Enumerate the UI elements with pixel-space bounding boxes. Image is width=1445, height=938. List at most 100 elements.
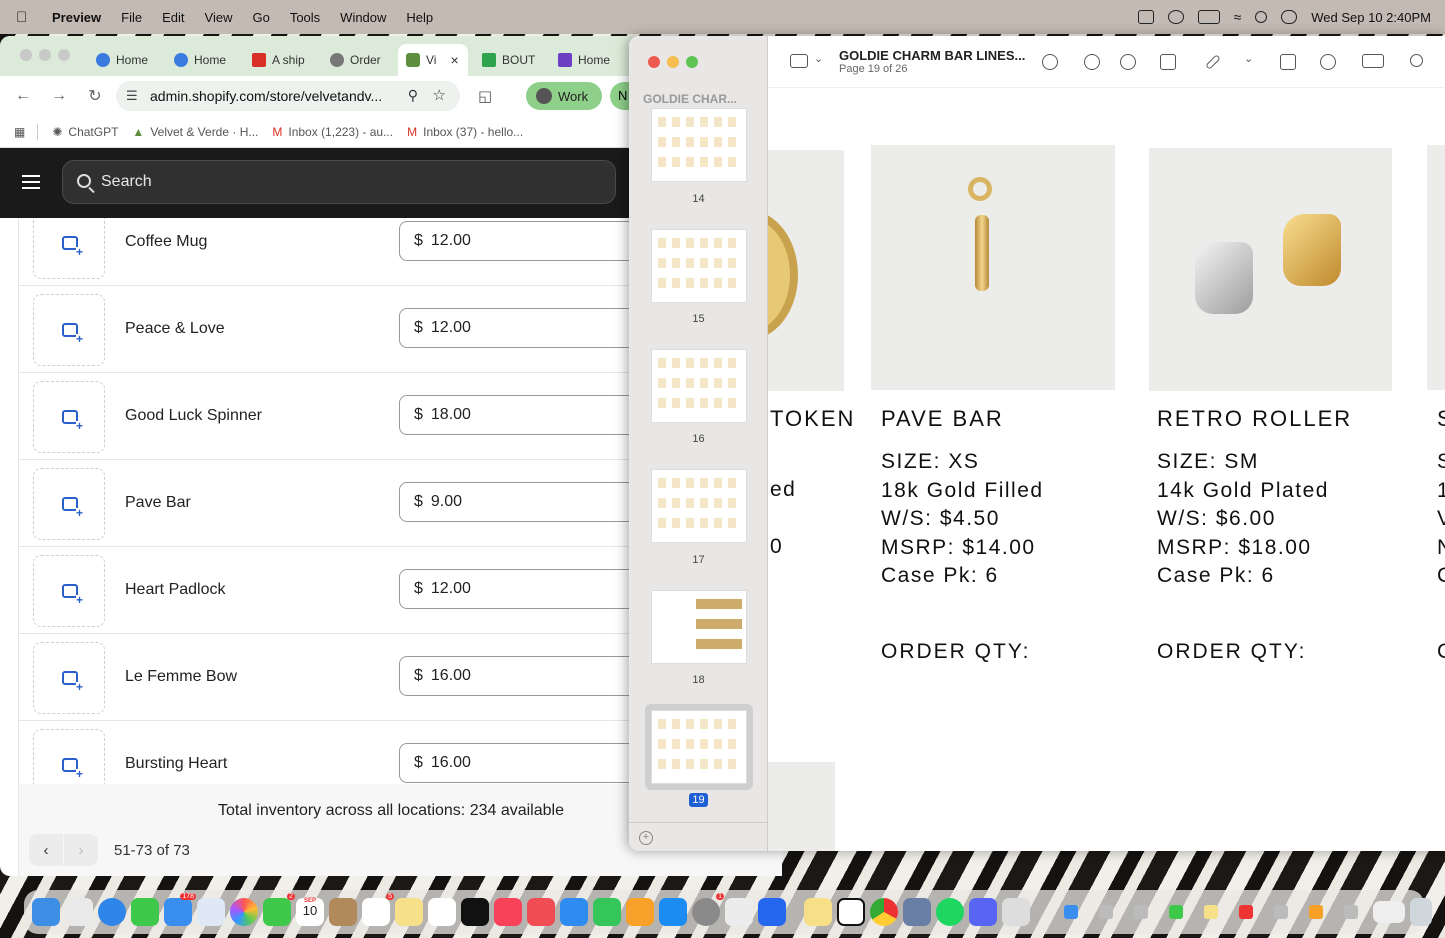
info-icon[interactable] — [1042, 54, 1058, 70]
iphone-mirroring-icon[interactable] — [725, 898, 753, 926]
notes-icon[interactable] — [395, 898, 423, 926]
minimized-window-icon[interactable] — [1064, 905, 1078, 919]
zoom-window-button[interactable] — [686, 56, 698, 68]
freeform-icon[interactable] — [428, 898, 456, 926]
photos-icon[interactable] — [230, 898, 258, 926]
mail-icon[interactable]: 178 — [164, 893, 196, 926]
finder-icon[interactable] — [32, 898, 60, 926]
minimized-window-icon[interactable] — [1099, 905, 1113, 919]
zoom-in-icon[interactable] — [1120, 54, 1136, 70]
price-input[interactable]: $16.00 — [399, 656, 659, 696]
minimized-window-icon[interactable] — [1204, 905, 1218, 919]
zoom-out-icon[interactable] — [1084, 54, 1100, 70]
menu-window[interactable]: Window — [340, 10, 386, 25]
app-menu[interactable]: Preview — [52, 10, 101, 25]
price-input[interactable]: $12.00 — [399, 308, 659, 348]
profile-button[interactable]: Work — [526, 82, 602, 110]
lens-icon[interactable]: ◱ — [478, 87, 492, 105]
tab-gmail[interactable]: A ship — [252, 44, 305, 76]
close-tab-icon[interactable]: × — [450, 52, 458, 68]
search-icon[interactable] — [1410, 54, 1423, 67]
tab-home-1[interactable]: Home — [96, 44, 148, 76]
chevron-down-icon[interactable]: ⌄ — [814, 52, 823, 65]
price-input[interactable]: $12.00 — [399, 569, 659, 609]
zoom-icon[interactable]: ⚲ — [408, 87, 418, 104]
screens-icon[interactable] — [758, 898, 786, 926]
minimized-window-icon[interactable] — [1344, 905, 1358, 919]
menu-help[interactable]: Help — [406, 10, 433, 25]
discord-icon[interactable] — [969, 898, 997, 926]
bookmark-inbox-2[interactable]: M Inbox (37) - hello... — [407, 125, 523, 139]
spotlight-icon[interactable] — [1255, 11, 1268, 23]
messages-icon[interactable] — [131, 898, 159, 926]
sidebar-toggle-icon[interactable] — [790, 54, 808, 68]
tab-order[interactable]: Order — [330, 44, 381, 76]
notion-icon[interactable] — [837, 898, 865, 926]
menu-icon[interactable] — [22, 175, 40, 189]
menu-file[interactable]: File — [121, 10, 142, 25]
page-thumbnail-17[interactable] — [651, 469, 747, 543]
minimized-window-icon[interactable] — [1239, 905, 1253, 919]
profile-button-extra[interactable]: N — [610, 82, 630, 110]
back-icon[interactable]: ← — [14, 87, 32, 105]
wifi-icon[interactable]: ≈ — [1234, 9, 1242, 25]
reload-icon[interactable]: ↻ — [86, 86, 104, 106]
apps-grid-icon[interactable]: ▦ — [14, 125, 25, 139]
apple-menu-icon[interactable]:  — [16, 9, 36, 26]
spotify-icon[interactable] — [936, 898, 964, 926]
address-bar[interactable]: ☰ admin.shopify.com/store/velvetandv... … — [116, 81, 460, 111]
tab-bout[interactable]: BOUT — [482, 44, 535, 76]
markup-pen-icon[interactable] — [1205, 54, 1221, 70]
tv-icon[interactable] — [461, 898, 489, 926]
battery-icon[interactable] — [1197, 10, 1220, 24]
price-input[interactable]: $9.00 — [399, 482, 659, 522]
system-settings-icon[interactable]: 1 — [692, 893, 724, 926]
minimize-window-button[interactable] — [667, 56, 679, 68]
close-window-button[interactable] — [648, 56, 660, 68]
price-input[interactable]: $18.00 — [399, 395, 659, 435]
calendar-icon[interactable]: SEP 10 — [296, 898, 324, 926]
page-thumbnail-15[interactable] — [651, 229, 747, 303]
tab-home-3[interactable]: Home — [558, 44, 610, 76]
add-image-button[interactable] — [33, 642, 105, 714]
menu-go[interactable]: Go — [252, 10, 269, 25]
page-thumbnail-14[interactable] — [651, 108, 747, 182]
page-thumbnail-19[interactable] — [651, 710, 747, 784]
share-icon[interactable] — [1160, 54, 1176, 70]
add-image-button[interactable] — [33, 381, 105, 453]
numbers-icon[interactable] — [593, 898, 621, 926]
site-settings-icon[interactable]: ☰ — [126, 88, 138, 104]
printer-icon[interactable] — [1002, 898, 1030, 926]
rotate-icon[interactable] — [1280, 54, 1296, 70]
bookmark-velvet-verde[interactable]: ▲ Velvet & Verde · H... — [132, 125, 258, 139]
price-input[interactable]: $12.00 — [399, 221, 659, 261]
bookmark-inbox-1[interactable]: M Inbox (1,223) - au... — [272, 125, 393, 139]
tab-shopify-active[interactable]: Vi × — [398, 44, 468, 76]
contacts-icon[interactable] — [329, 898, 357, 926]
search-input[interactable]: Search — [62, 160, 616, 204]
minimized-window-icon[interactable] — [1274, 905, 1288, 919]
app-store-icon[interactable] — [659, 898, 687, 926]
stickies-icon[interactable] — [804, 898, 832, 926]
add-page-icon[interactable]: + — [639, 831, 653, 845]
reminders-icon[interactable]: 5 — [362, 893, 394, 926]
control-center-icon[interactable] — [1281, 10, 1298, 24]
next-page-button[interactable]: › — [64, 834, 98, 866]
add-image-button[interactable] — [33, 218, 105, 279]
pages-icon[interactable] — [626, 898, 654, 926]
price-input[interactable]: $16.00 — [399, 743, 659, 783]
annotate-icon[interactable] — [1320, 54, 1336, 70]
add-image-button[interactable] — [33, 729, 105, 784]
previous-page-button[interactable]: ‹ — [29, 834, 63, 866]
page-thumbnail-18[interactable] — [651, 590, 747, 664]
close-window-button[interactable] — [20, 49, 32, 61]
minimized-window-icon[interactable] — [1169, 905, 1183, 919]
preview-icon[interactable] — [903, 898, 931, 926]
maps-icon[interactable] — [197, 898, 225, 926]
forward-icon[interactable]: → — [50, 87, 68, 105]
menu-clock[interactable]: Wed Sep 10 2:40PM — [1311, 10, 1431, 25]
facetime-icon[interactable]: 2 — [263, 893, 295, 926]
minimized-window-icon[interactable] — [1309, 905, 1323, 919]
minimize-window-button[interactable] — [39, 49, 51, 61]
keynote-icon[interactable] — [560, 898, 588, 926]
